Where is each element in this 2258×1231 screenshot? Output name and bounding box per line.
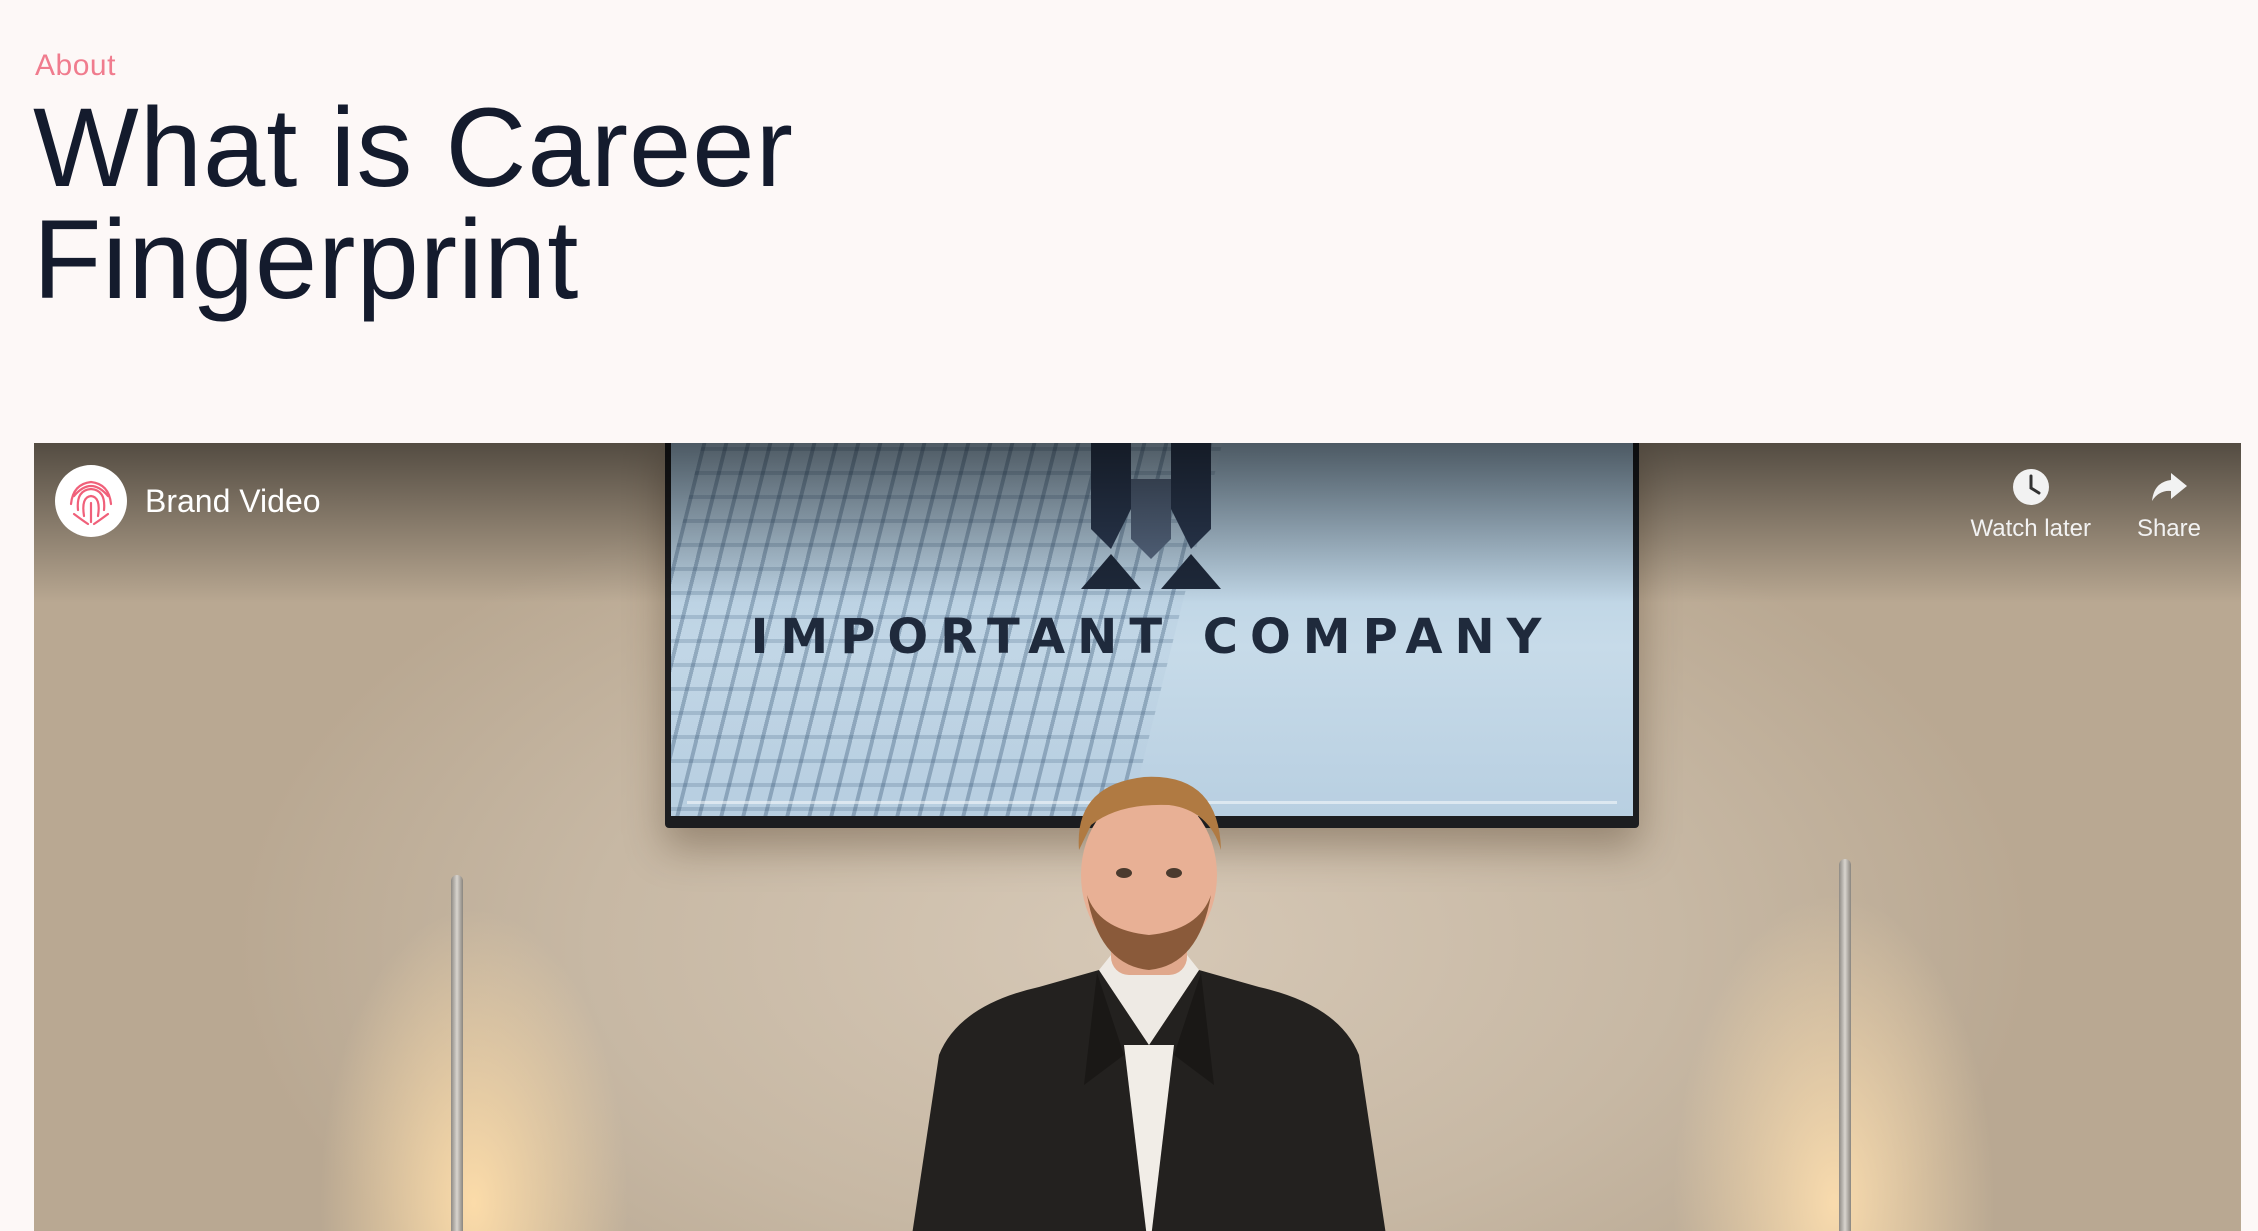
video-channel-header: Brand Video [55,465,321,537]
company-logo-mark [1081,443,1221,589]
watch-later-label: Watch later [1970,515,2091,542]
page-title: What is Career Fingerprint [33,92,933,316]
floor-lamp-right [1839,859,1851,1231]
fingerprint-icon [61,471,121,531]
video-actions: Watch later Share [1970,465,2201,543]
share-arrow-icon [2147,465,2191,509]
page-title-line-1: What is Career [33,85,794,210]
clock-icon [2009,465,2053,509]
page: About What is Career Fingerprint IMPORTA… [0,0,2258,1231]
watch-later-button[interactable]: Watch later [1970,465,2091,543]
presenter-figure [912,776,1386,1231]
page-title-line-2: Fingerprint [33,197,580,322]
share-label: Share [2136,515,2201,542]
video-title[interactable]: Brand Video [145,481,321,521]
tv-screen-text: IMPORTANT COMPANY [750,609,1554,665]
channel-avatar[interactable] [55,465,127,537]
brand-video-player[interactable]: IMPORTANT COMPANY Brand Video Watch late… [34,443,2241,1231]
section-eyebrow: About [35,49,116,82]
share-button[interactable]: Share [2137,465,2201,543]
floor-lamp-left [451,875,463,1231]
